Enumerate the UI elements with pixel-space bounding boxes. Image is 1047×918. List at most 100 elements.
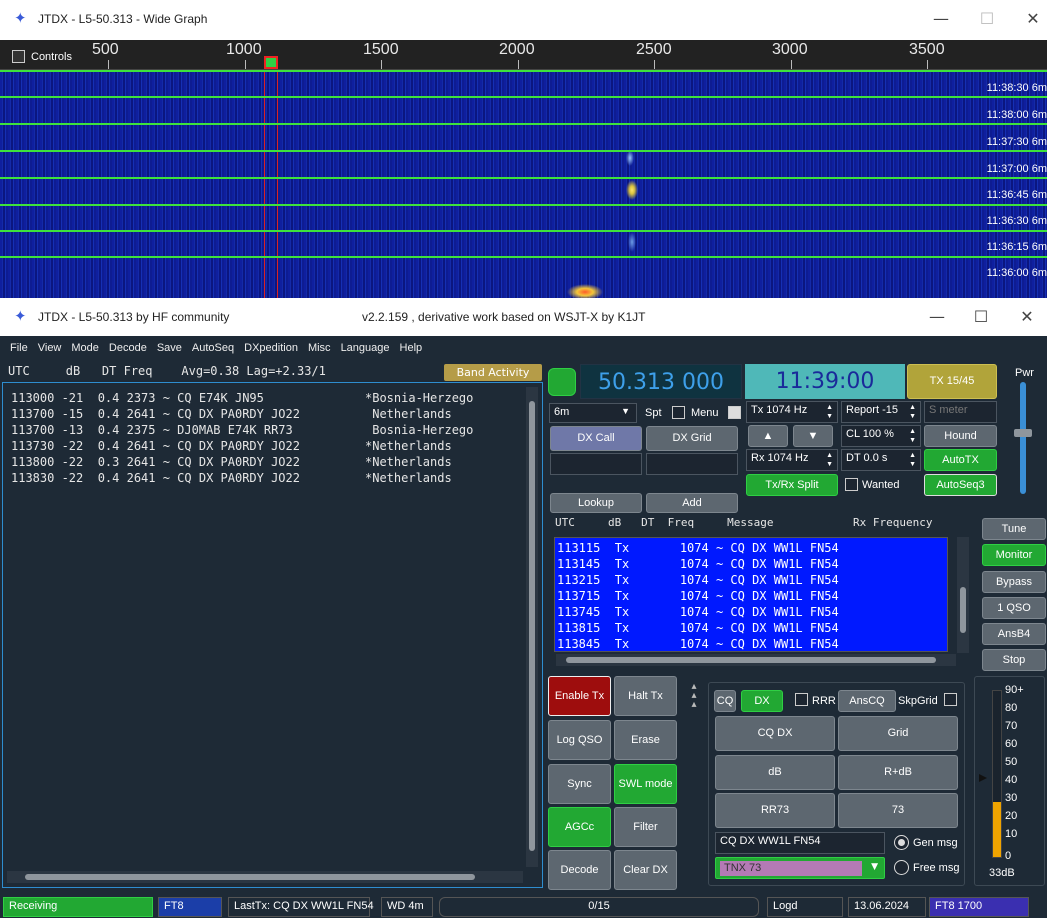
list-item[interactable]: 113000 -21 0.4 2373 ~ CQ E74K JN95 *Bosn… (11, 391, 473, 405)
txrx-split-button[interactable]: Tx/Rx Split (746, 474, 838, 496)
db-button[interactable]: dB (715, 755, 835, 790)
frequency-display[interactable]: 50.313 000 (580, 364, 742, 399)
spin-arrows-icon[interactable]: ▲ ▼ (909, 427, 916, 445)
pwr-slider-handle[interactable] (1014, 429, 1032, 437)
list-item[interactable]: 113830 -22 0.4 2641 ~ CQ DX PA0RDY JO22 … (11, 471, 452, 485)
close-icon[interactable]: ✕ (1018, 8, 1047, 30)
tx-rx-marker[interactable] (264, 56, 278, 69)
dx-call-field[interactable] (550, 453, 642, 475)
down-arrow-button[interactable]: ▼ (793, 425, 833, 447)
clear-dx-button[interactable]: Clear DX (614, 850, 677, 890)
controls-checkbox[interactable] (12, 50, 25, 63)
anscq-button[interactable]: AnsCQ (838, 690, 896, 712)
scrollbar-thumb[interactable] (529, 401, 535, 851)
list-item[interactable]: 113730 -22 0.4 2641 ~ CQ DX PA0RDY JO22 … (11, 439, 452, 453)
cl-spinbox[interactable]: CL 100 % ▲ ▼ (841, 425, 921, 447)
menu-decode[interactable]: Decode (104, 338, 152, 358)
gen-msg-radio[interactable] (894, 835, 909, 850)
dx-grid-button[interactable]: DX Grid (646, 426, 738, 451)
monitor-button[interactable]: Monitor (982, 544, 1046, 566)
menu-checkbox[interactable] (728, 406, 741, 419)
dt-spinbox[interactable]: DT 0.0 s ▲ ▼ (841, 449, 921, 471)
rrr-checkbox[interactable] (795, 693, 808, 706)
ansb4-button[interactable]: AnsB4 (982, 623, 1046, 645)
scrollbar-thumb[interactable] (566, 657, 936, 663)
tab-arrows-icon[interactable]: ▴ ▴ ▴ (684, 682, 704, 712)
menu-language[interactable]: Language (336, 338, 395, 358)
scrollbar-thumb[interactable] (25, 874, 475, 880)
hound-button[interactable]: Hound (924, 425, 997, 447)
agcc-button[interactable]: AGCc (548, 807, 611, 847)
swl-mode-button[interactable]: SWL mode (614, 764, 677, 804)
dx-call-button[interactable]: DX Call (550, 426, 642, 451)
list-item[interactable]: 113715 Tx 1074 ~ CQ DX WW1L FN54 (557, 589, 839, 603)
horizontal-scrollbar[interactable] (556, 654, 956, 666)
spin-arrows-icon[interactable]: ▲ ▼ (909, 451, 916, 469)
rx-frequency-spinbox[interactable]: Rx 1074 Hz ▲ ▼ (746, 449, 838, 471)
stop-button[interactable]: Stop (982, 649, 1046, 671)
list-item[interactable]: 113745 Tx 1074 ~ CQ DX WW1L FN54 (557, 605, 839, 619)
list-item[interactable]: 113145 Tx 1074 ~ CQ DX WW1L FN54 (557, 557, 839, 571)
spin-arrows-icon[interactable]: ▲ ▼ (909, 403, 916, 421)
tx-period-button[interactable]: TX 15/45 (907, 364, 997, 399)
menu-dxpedition[interactable]: DXpedition (239, 338, 303, 358)
pwr-slider-track[interactable] (1020, 382, 1026, 494)
free-msg-select[interactable]: TNX 73 ▼ (715, 857, 885, 879)
list-item[interactable]: 113115 Tx 1074 ~ CQ DX WW1L FN54 (557, 541, 839, 555)
lookup-button[interactable]: Lookup (550, 493, 642, 513)
menu-mode[interactable]: Mode (66, 338, 104, 358)
report-spinbox[interactable]: Report -15 ▲ ▼ (841, 401, 921, 423)
list-item[interactable]: 113700 -13 0.4 2375 ~ DJ0MAB E74K RR73 B… (11, 423, 473, 437)
autotx-button[interactable]: AutoTX (924, 449, 997, 471)
sync-button[interactable]: Sync (548, 764, 611, 804)
gen-msg-field[interactable]: CQ DX WW1L FN54 (715, 832, 885, 854)
one-qso-button[interactable]: 1 QSO (982, 597, 1046, 619)
bypass-button[interactable]: Bypass (982, 571, 1046, 593)
vertical-scrollbar[interactable] (526, 387, 538, 867)
erase-button[interactable]: Erase (614, 720, 677, 760)
cq-dx-button[interactable]: CQ DX (715, 716, 835, 751)
spin-arrows-icon[interactable]: ▲ ▼ (826, 403, 833, 421)
maximize-icon[interactable]: ☐ (972, 8, 1002, 30)
list-item[interactable]: 113215 Tx 1074 ~ CQ DX WW1L FN54 (557, 573, 839, 587)
tune-button[interactable]: Tune (982, 518, 1046, 540)
wanted-checkbox[interactable] (845, 478, 858, 491)
free-msg-radio[interactable] (894, 860, 909, 875)
enable-tx-button[interactable]: Enable Tx (548, 676, 611, 716)
minimize-icon[interactable]: — (926, 8, 956, 30)
menu-autoseq[interactable]: AutoSeq (187, 338, 239, 358)
filter-button[interactable]: Filter (614, 807, 677, 847)
list-item[interactable]: 113700 -15 0.4 2641 ~ CQ DX PA0RDY JO22 … (11, 407, 452, 421)
menu-save[interactable]: Save (152, 338, 187, 358)
dx-grid-field[interactable] (646, 453, 738, 475)
log-qso-button[interactable]: Log QSO (548, 720, 611, 760)
autoseq3-button[interactable]: AutoSeq3 (924, 474, 997, 496)
frequency-ruler[interactable]: Controls 500 1000 1500 2000 2500 3000 35… (0, 40, 1047, 70)
grid-button[interactable]: Grid (838, 716, 958, 751)
decode-button[interactable]: Decode (548, 850, 611, 890)
menu-view[interactable]: View (33, 338, 67, 358)
up-arrow-button[interactable]: ▲ (748, 425, 788, 447)
list-item[interactable]: 113845 Tx 1074 ~ CQ DX WW1L FN54 (557, 637, 839, 651)
cq-button[interactable]: CQ (714, 690, 736, 712)
seventy-three-button[interactable]: 73 (838, 793, 958, 828)
dx-button[interactable]: DX (741, 690, 783, 712)
scrollbar-thumb[interactable] (960, 587, 966, 633)
add-button[interactable]: Add (646, 493, 738, 513)
rr73-button[interactable]: RR73 (715, 793, 835, 828)
maximize-icon[interactable]: ☐ (966, 306, 996, 328)
r-db-button[interactable]: R+dB (838, 755, 958, 790)
list-item[interactable]: 113800 -22 0.3 2641 ~ CQ DX PA0RDY JO22 … (11, 455, 452, 469)
menu-misc[interactable]: Misc (303, 338, 336, 358)
vertical-scrollbar[interactable] (957, 537, 969, 653)
menu-help[interactable]: Help (395, 338, 428, 358)
spt-checkbox[interactable] (672, 406, 685, 419)
band-activity-list[interactable]: 113000 -21 0.4 2373 ~ CQ E74K JN95 *Bosn… (2, 382, 543, 888)
band-activity-button[interactable]: Band Activity (444, 364, 542, 381)
rx-frequency-list[interactable]: 113115 Tx 1074 ~ CQ DX WW1L FN54 113145 … (554, 537, 948, 652)
tx-frequency-spinbox[interactable]: Tx 1074 Hz ▲ ▼ (746, 401, 838, 423)
close-icon[interactable]: ✕ (1012, 306, 1042, 328)
horizontal-scrollbar[interactable] (7, 871, 523, 883)
spin-arrows-icon[interactable]: ▲ ▼ (826, 451, 833, 469)
halt-tx-button[interactable]: Halt Tx (614, 676, 677, 716)
